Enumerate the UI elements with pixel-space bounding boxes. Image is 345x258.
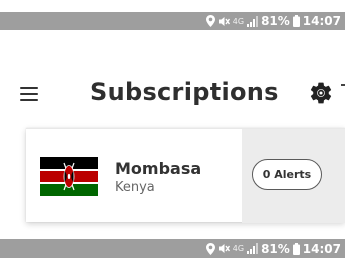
gear-icon[interactable] <box>308 80 334 106</box>
mute-icon <box>218 242 230 256</box>
battery-icon <box>292 14 300 28</box>
mute-icon <box>218 14 230 28</box>
signal-icon <box>247 14 259 28</box>
kenya-flag-icon <box>40 157 98 196</box>
clock-time: 14:07 <box>302 241 341 256</box>
edge-mark <box>341 84 345 86</box>
location-icon <box>205 242 215 256</box>
status-bar: 4G 81% 14:07 <box>0 12 345 30</box>
network-type-label: 4G <box>232 16 245 26</box>
city-name: Mombasa <box>115 159 202 178</box>
app-bar: Subscriptions <box>0 70 345 118</box>
signal-icon <box>247 242 259 256</box>
battery-icon <box>292 242 300 256</box>
page-title: Subscriptions <box>90 78 279 106</box>
subscription-card[interactable]: Mombasa Kenya 0 Alerts <box>26 128 345 223</box>
battery-percent: 81% <box>261 241 290 256</box>
alerts-button[interactable]: 0 Alerts <box>252 159 322 190</box>
clock-time: 14:07 <box>302 14 341 28</box>
battery-percent: 81% <box>261 14 290 28</box>
status-bar-bottom: 4G 81% 14:07 <box>0 239 345 258</box>
country-name: Kenya <box>115 180 155 195</box>
location-icon <box>205 14 215 28</box>
menu-icon[interactable] <box>20 82 44 106</box>
network-type-label: 4G <box>232 244 245 253</box>
